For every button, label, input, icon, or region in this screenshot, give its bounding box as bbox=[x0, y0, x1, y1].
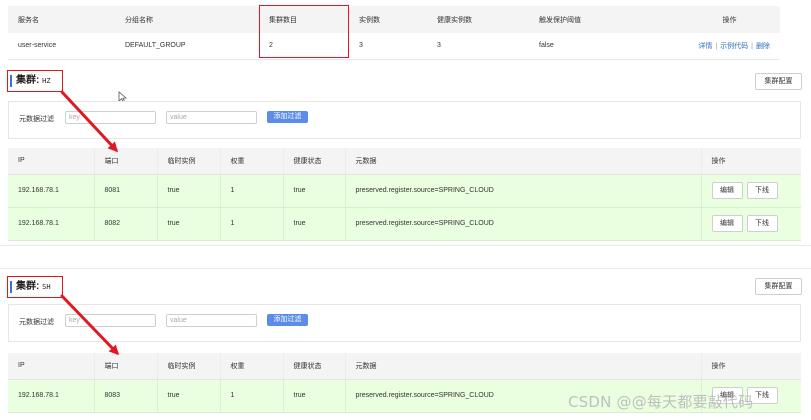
watermark: CSDN @@每天都要敲代码 bbox=[568, 393, 754, 411]
annotation-arrows bbox=[60, 90, 120, 356]
annotation-arrow bbox=[60, 90, 119, 153]
annotation-arrow bbox=[60, 294, 120, 356]
